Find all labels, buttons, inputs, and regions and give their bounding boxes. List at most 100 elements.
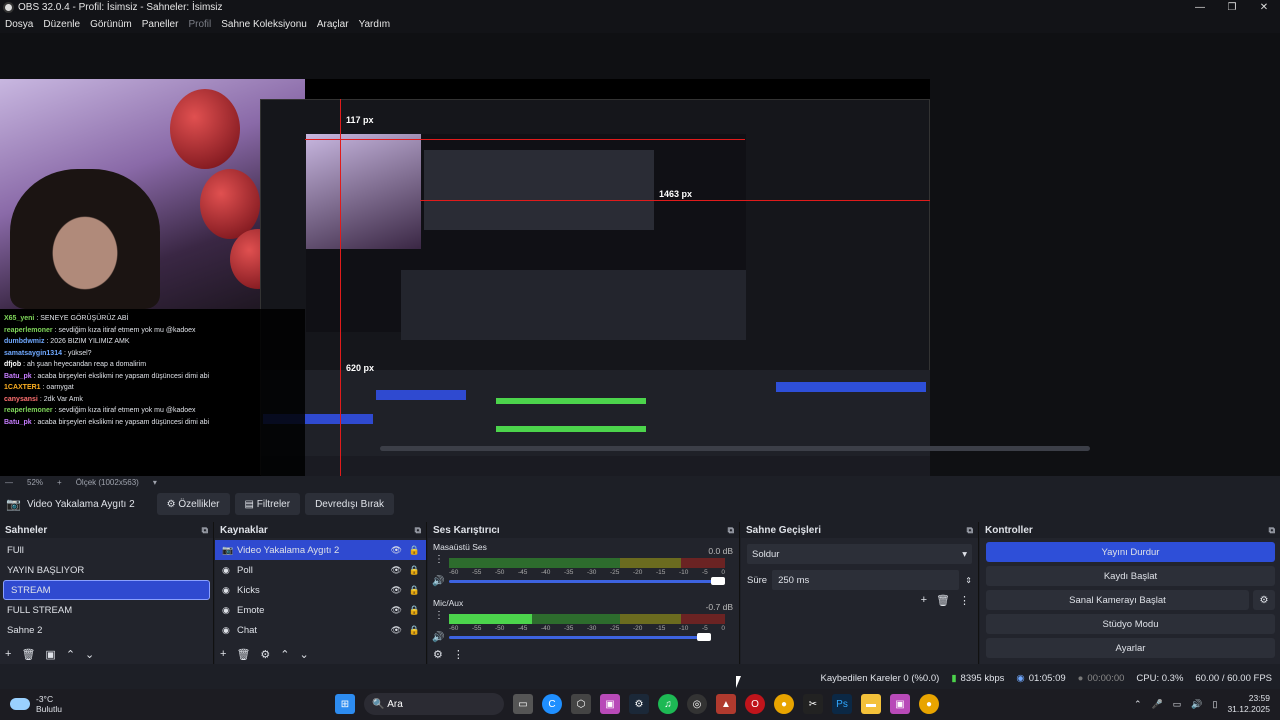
scene-item[interactable]: FUll [0, 540, 213, 560]
lock-icon[interactable]: 🔒 [409, 565, 420, 576]
scene-item-selected[interactable]: STREAM [3, 580, 210, 600]
maximize-button[interactable]: ❐ [1216, 0, 1248, 15]
visibility-eye-icon[interactable]: 👁 [391, 625, 402, 636]
start-virtual-camera-button[interactable]: Sanal Kamerayı Başlat [986, 590, 1249, 610]
visibility-eye-icon[interactable]: 👁 [391, 605, 402, 616]
network-icon[interactable]: ▭ [1173, 699, 1182, 710]
move-down-icon[interactable]: ⌄ [85, 648, 94, 661]
obs-taskbar-icon[interactable]: ◎ [687, 694, 707, 714]
speaker-icon[interactable]: 🔊 [432, 576, 444, 587]
start-recording-button[interactable]: Kaydı Başlat [986, 566, 1275, 586]
volume-slider[interactable] [449, 577, 725, 585]
move-up-icon[interactable]: ⌃ [66, 648, 75, 661]
lock-icon[interactable]: 🔒 [409, 625, 420, 636]
windows-start-icon[interactable]: ⊞ [335, 694, 355, 714]
visibility-eye-icon[interactable]: 👁 [391, 565, 402, 576]
menu-tools[interactable]: Araçlar [317, 19, 349, 30]
lock-icon[interactable]: 🔒 [409, 545, 420, 556]
volume-slider-knob[interactable] [697, 633, 711, 641]
scene-item[interactable]: Sahne 2 [0, 620, 213, 640]
add-transition-icon[interactable]: + [921, 594, 927, 607]
spotify-icon[interactable]: ♫ [658, 694, 678, 714]
remove-source-icon[interactable]: 🗑 [236, 648, 250, 661]
photoshop-icon[interactable]: Ps [832, 694, 852, 714]
zoom-out-button[interactable]: — [5, 478, 13, 487]
visibility-eye-icon[interactable]: 👁 [391, 585, 402, 596]
settings-button[interactable]: Ayarlar [986, 638, 1275, 658]
copilot-icon[interactable]: C [542, 694, 562, 714]
volume-slider[interactable] [449, 633, 711, 641]
move-up-icon[interactable]: ⌃ [280, 648, 289, 661]
scene-item[interactable]: YAYIN BAŞLIYOR [0, 560, 213, 580]
scene-item[interactable]: FULL STREAM [0, 600, 213, 620]
menu-file[interactable]: Dosya [5, 19, 33, 30]
studio-mode-button[interactable]: Stüdyo Modu [986, 614, 1275, 634]
dock-menu-icon[interactable]: ⧉ [967, 525, 973, 536]
scale-dropdown-icon[interactable]: ▾ [153, 478, 157, 487]
capcut-icon[interactable]: ✂ [803, 694, 823, 714]
menu-edit[interactable]: Düzenle [43, 19, 80, 30]
menu-profile[interactable]: Profil [188, 19, 211, 30]
weather-widget[interactable]: -3°C Bulutlu [10, 694, 62, 714]
source-item[interactable]: ◉ Chat 👁 🔒 [215, 620, 426, 640]
lock-icon[interactable]: 🔒 [409, 585, 420, 596]
more-options-icon[interactable]: ⋮ [434, 610, 444, 621]
chevron-up-icon[interactable]: ⌃ [1134, 699, 1142, 710]
volume-slider-knob[interactable] [711, 577, 725, 585]
properties-button[interactable]: ⚙ Özellikler [156, 493, 230, 515]
deactivate-button[interactable]: Devredışı Bırak [305, 493, 394, 515]
steam-icon[interactable]: ⚙ [629, 694, 649, 714]
battery-icon[interactable]: ▯ [1213, 699, 1218, 710]
file-explorer-icon[interactable]: ▬ [861, 694, 881, 714]
source-settings-icon[interactable]: ⚙ [260, 648, 270, 661]
menu-scene-collection[interactable]: Sahne Koleksiyonu [221, 19, 307, 30]
transition-select[interactable]: Soldur ▾ [747, 544, 972, 564]
twitch-icon[interactable]: ▣ [600, 694, 620, 714]
virtual-camera-settings-icon[interactable]: ⚙ [1253, 590, 1275, 610]
dock-menu-icon[interactable]: ⧉ [415, 525, 421, 536]
mixer-menu-icon[interactable]: ⋮ [453, 648, 464, 661]
close-button[interactable]: ✕ [1248, 0, 1280, 15]
remove-transition-icon[interactable]: 🗑 [936, 594, 950, 607]
scene-filters-icon[interactable]: ▣ [45, 648, 55, 661]
mixer-settings-icon[interactable]: ⚙ [433, 648, 443, 661]
move-down-icon[interactable]: ⌄ [300, 648, 309, 661]
visibility-eye-icon[interactable]: 👁 [391, 545, 402, 556]
source-item-selected[interactable]: 📷 Video Yakalama Aygıtı 2 👁 🔒 [215, 540, 426, 560]
preview-area[interactable]: 117 px 1463 px 620 px X65_yeni : SENEYE … [0, 33, 1280, 476]
add-scene-icon[interactable]: + [5, 648, 11, 660]
app-icon[interactable]: ▲ [716, 694, 736, 714]
source-item[interactable]: ◉ Kicks 👁 🔒 [215, 580, 426, 600]
filters-button[interactable]: ▤ Filtreler [234, 493, 301, 515]
twitch-icon[interactable]: ▣ [890, 694, 910, 714]
app-icon[interactable]: ⬡ [571, 694, 591, 714]
microphone-icon[interactable]: 🎤 [1152, 699, 1163, 710]
dock-menu-icon[interactable]: ⧉ [728, 525, 734, 536]
opera-icon[interactable]: O [745, 694, 765, 714]
clock[interactable]: 23:59 31.12.2025 [1227, 693, 1270, 715]
source-item[interactable]: ◉ Emote 👁 🔒 [215, 600, 426, 620]
preview-canvas[interactable]: 117 px 1463 px 620 px X65_yeni : SENEYE … [0, 79, 930, 476]
minimize-button[interactable]: — [1184, 0, 1216, 15]
volume-icon[interactable]: 🔊 [1191, 699, 1202, 710]
chrome-icon[interactable]: ● [774, 694, 794, 714]
menu-help[interactable]: Yardım [359, 19, 391, 30]
speaker-icon[interactable]: 🔊 [432, 632, 444, 643]
duration-stepper-icon[interactable]: ⇕ [965, 576, 972, 585]
source-item[interactable]: ◉ Poll 👁 🔒 [215, 560, 426, 580]
zoom-in-button[interactable]: + [57, 478, 62, 487]
transition-menu-icon[interactable]: ⋮ [959, 594, 970, 607]
dock-menu-icon[interactable]: ⧉ [202, 525, 208, 536]
dock-menu-icon[interactable]: ⧉ [1269, 525, 1275, 536]
stop-streaming-button[interactable]: Yayını Durdur [986, 542, 1275, 562]
menu-view[interactable]: Görünüm [90, 19, 132, 30]
preview-horizontal-scrollbar[interactable] [380, 446, 1090, 451]
lock-icon[interactable]: 🔒 [409, 605, 420, 616]
remove-scene-icon[interactable]: 🗑 [21, 648, 35, 661]
duration-input[interactable]: 250 ms [772, 570, 960, 590]
chrome-icon[interactable]: ● [919, 694, 939, 714]
taskbar-search[interactable]: 🔍 Ara [364, 693, 504, 715]
menu-docks[interactable]: Paneller [142, 19, 179, 30]
more-options-icon[interactable]: ⋮ [434, 554, 444, 565]
task-view-icon[interactable]: ▭ [513, 694, 533, 714]
